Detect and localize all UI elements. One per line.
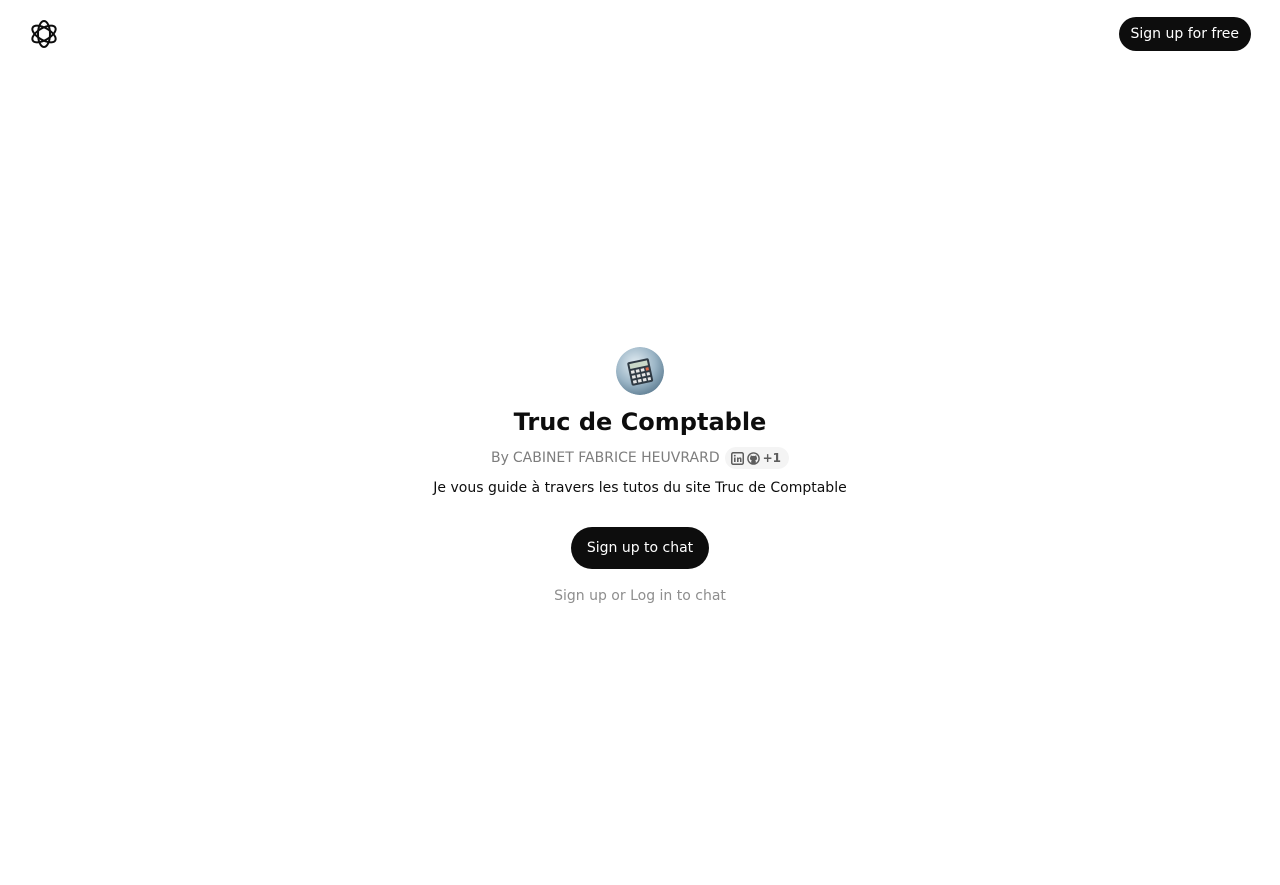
calculator-icon — [616, 347, 664, 395]
byline-prefix: By — [490, 450, 509, 466]
log-in-link[interactable]: Log in — [630, 588, 672, 604]
social-extra-count[interactable]: +1 — [763, 447, 781, 469]
author-name: CABINET FABRICE HEUVRARD — [512, 450, 720, 466]
openai-logo-icon[interactable] — [27, 17, 61, 51]
author-byline: By CABINET FABRICE HEUVRARD +1 — [490, 447, 790, 469]
github-icon[interactable] — [746, 451, 760, 465]
sign-up-link[interactable]: Sign up — [554, 588, 607, 604]
top-header: Sign up for free — [0, 0, 1280, 68]
gpt-description: Je vous guide à travers les tutos du sit… — [433, 480, 847, 496]
gpt-title: Truc de Comptable — [513, 408, 767, 436]
sign-up-for-free-button[interactable]: Sign up for free — [1118, 17, 1251, 51]
linkedin-icon[interactable] — [730, 451, 744, 465]
auth-prompt: Sign up or Log in to chat — [554, 585, 726, 607]
auth-suffix-text: to chat — [676, 588, 726, 604]
social-links-pill[interactable]: +1 — [724, 447, 790, 469]
sign-up-to-chat-button[interactable]: Sign up to chat — [570, 527, 710, 569]
gpt-profile: Truc de Comptable By CABINET FABRICE HEU… — [0, 347, 1280, 607]
auth-or-text: or — [611, 588, 626, 604]
